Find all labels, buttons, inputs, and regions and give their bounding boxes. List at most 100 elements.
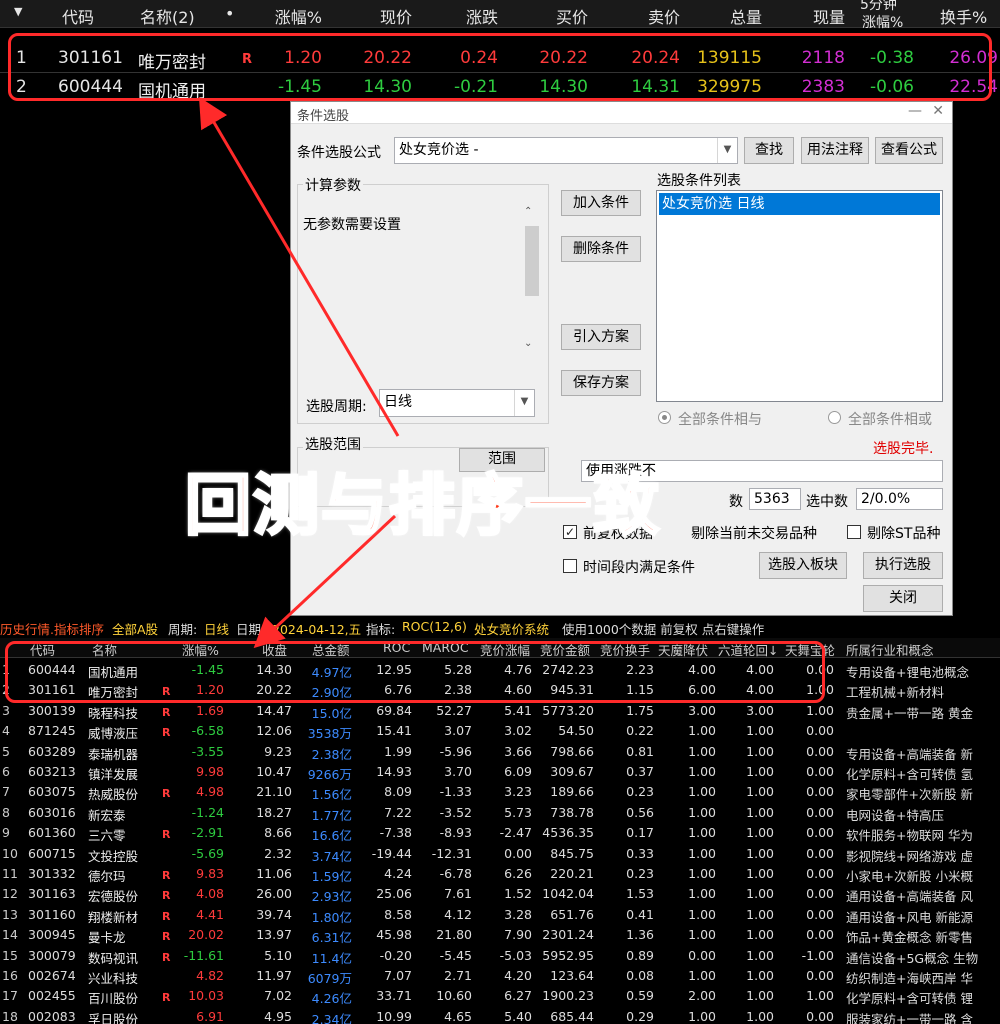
status-market[interactable]: 全部A股 xyxy=(112,619,158,637)
scroll-up-icon[interactable]: ⌃ xyxy=(524,206,532,217)
hcell-code: 002083 xyxy=(28,1008,76,1024)
status-date[interactable]: 2024-04-12,五 xyxy=(272,619,361,637)
hcell-roc: 14.93 xyxy=(376,764,412,779)
hcell-roc: 7.07 xyxy=(384,968,412,983)
hcol-ind[interactable]: 所属行业和概念 xyxy=(846,640,934,659)
st-checkbox[interactable] xyxy=(847,525,861,539)
list-item[interactable]: 处女竞价选 日线 xyxy=(659,193,940,215)
condition-list[interactable]: 处女竞价选 日线 xyxy=(656,190,943,402)
save-plan-button[interactable]: 保存方案 xyxy=(561,370,641,396)
col-cur[interactable]: 现量 xyxy=(775,4,845,28)
delete-condition-button[interactable]: 删除条件 xyxy=(561,236,641,262)
dropdown-arrow-icon[interactable]: ▼ xyxy=(717,138,737,163)
hcell-tw: 0.00 xyxy=(806,743,834,759)
close-icon[interactable]: ✕ xyxy=(932,103,944,119)
history-table-row[interactable]: 14 300945 曼卡龙 R 20.02 13.97 6.31亿 45.98 21.80 7.9… xyxy=(0,925,1000,945)
hcell-amt: 1.56亿 xyxy=(311,787,352,803)
hcell-ld: 1.00 xyxy=(746,947,774,963)
col-ask[interactable]: 卖价 xyxy=(610,4,680,28)
col-chg[interactable]: 涨跌 xyxy=(432,4,498,28)
col-vol[interactable]: 总量 xyxy=(690,4,762,28)
hcell-ind: 软件服务+物联网 华为 xyxy=(846,828,973,844)
hcell-pct: -2.91 xyxy=(191,825,224,841)
hcell-jjhs: 0.29 xyxy=(626,1008,654,1024)
col-code[interactable]: 代码 xyxy=(62,4,94,28)
status-indicator[interactable]: ROC(12,6) xyxy=(402,619,467,634)
history-table-row[interactable]: 7 603075 热威股份 R 4.98 21.10 1.56亿 8.09 -1.33 3.23 1… xyxy=(0,782,1000,802)
history-table-row[interactable]: 4 871245 威博液压 R -6.58 12.06 3538万 15.41 3.07 3.02… xyxy=(0,721,1000,741)
history-table-row[interactable]: 8 603016 新宏泰 -1.24 18.27 1.77亿 7.22 -3.52 5.73 73… xyxy=(0,803,1000,823)
hcell-maroc: 10.60 xyxy=(436,988,472,1004)
hcell-jjhs: 1.36 xyxy=(626,927,654,943)
history-table-row[interactable]: 3 300139 晓程科技 R 1.69 14.47 15.0亿 69.84 52.27 5.41… xyxy=(0,701,1000,721)
hcell-tw: -1.00 xyxy=(801,947,834,963)
params-scrollbar[interactable]: ⌃ ⌄ xyxy=(523,204,541,354)
history-table-row[interactable]: 16 002674 兴业科技 4.82 11.97 6079万 7.07 2.71 4.20 12… xyxy=(0,966,1000,986)
to-block-button[interactable]: 选股入板块 xyxy=(759,552,847,579)
col-name[interactable]: 名称(2) xyxy=(140,4,195,28)
history-table-row[interactable]: 6 603213 镇洋发展 9.98 10.47 9266万 14.93 3.70 6.09 30… xyxy=(0,762,1000,782)
col-price[interactable]: 现价 xyxy=(340,4,412,28)
status-system[interactable]: 处女竞价系统 xyxy=(474,619,549,637)
history-table-row[interactable]: 9 601360 三六零 R -2.91 8.66 16.6亿 -7.38 -8.93 -2.47… xyxy=(0,823,1000,843)
col-turn[interactable]: 换手% xyxy=(940,4,987,28)
scroll-down-icon[interactable]: ⌄ xyxy=(524,338,532,349)
radio-or[interactable] xyxy=(828,411,841,424)
hcell-jjzf: 6.27 xyxy=(504,988,532,1004)
formula-select[interactable]: 处女竞价选 - ▼ xyxy=(394,137,738,164)
hcell-ind: 服装家纺+一带一路 含 xyxy=(846,1011,973,1024)
hcell-i: 4 xyxy=(2,723,10,739)
condition-list-title: 选股条件列表 xyxy=(657,173,741,189)
hcell-amt: 6.31亿 xyxy=(311,930,352,946)
col-5min-pct[interactable]: 涨幅% xyxy=(862,12,903,32)
usage-button[interactable]: 用法注释 xyxy=(801,137,869,164)
scroll-thumb[interactable] xyxy=(525,226,539,296)
hcell-close: 7.02 xyxy=(264,988,292,1004)
hcell-amt: 16.6亿 xyxy=(311,828,352,844)
add-condition-button[interactable]: 加入条件 xyxy=(561,190,641,216)
col-pct[interactable]: 涨幅% xyxy=(250,4,322,28)
hcell-jjzf: -2.47 xyxy=(499,825,532,841)
history-table-row[interactable]: 15 300079 数码视讯 R -11.61 5.10 11.4亿 -0.20 -5.45 -5… xyxy=(0,946,1000,966)
status-info: 使用1000个数据 前复权 点右键操作 xyxy=(562,622,765,637)
status-mode[interactable]: 历史行情.指标排序 xyxy=(0,619,104,637)
view-formula-button[interactable]: 查看公式 xyxy=(875,137,943,164)
dropdown-arrow-icon[interactable]: ▼ xyxy=(514,390,534,416)
radio-and[interactable] xyxy=(658,411,671,424)
hcell-code: 301163 xyxy=(28,886,76,902)
minimize-icon[interactable]: — xyxy=(908,103,922,119)
hcell-i: 6 xyxy=(2,764,10,779)
hcell-ind: 家电零部件+次新股 新 xyxy=(846,787,973,803)
import-plan-button[interactable]: 引入方案 xyxy=(561,324,641,350)
hcell-code: 603289 xyxy=(28,743,76,759)
find-button[interactable]: 查找 xyxy=(744,137,794,164)
sort-arrow-icon[interactable]: ▼ xyxy=(14,5,22,18)
history-table-row[interactable]: 13 301160 翔楼新材 R 4.41 39.74 1.80亿 8.58 4.12 3.28 6… xyxy=(0,905,1000,925)
hcell-amt: 1.59亿 xyxy=(311,869,352,884)
hcell-ld: 1.00 xyxy=(746,825,774,841)
col-dot[interactable]: • xyxy=(225,4,234,23)
history-table-row[interactable]: 12 301163 宏德股份 R 4.08 26.00 2.93亿 25.06 7.61 1.52… xyxy=(0,884,1000,904)
run-select-button[interactable]: 执行选股 xyxy=(863,552,943,579)
hcell-maroc: -12.31 xyxy=(431,845,472,861)
count-field: 5363 xyxy=(749,488,801,510)
history-table-row[interactable]: 5 603289 泰瑞机器 -3.55 9.23 2.38亿 1.99 -5.96 3.66 79… xyxy=(0,742,1000,762)
col-bid[interactable]: 买价 xyxy=(520,4,588,28)
hcell-jjje: 189.66 xyxy=(550,784,594,800)
timeseg-checkbox[interactable] xyxy=(563,559,577,573)
history-table-row[interactable]: 11 301332 德尔玛 R 9.83 11.06 1.59亿 4.24 -6.78 6.26 2… xyxy=(0,864,1000,884)
hcell-tw: 0.00 xyxy=(806,784,834,800)
history-table-row[interactable]: 10 600715 文投控股 -5.69 2.32 3.74亿 -19.44 -12.31 0.… xyxy=(0,844,1000,864)
status-period[interactable]: 日线 xyxy=(204,619,229,637)
close-button[interactable]: 关闭 xyxy=(863,585,943,612)
hcell-close: 26.00 xyxy=(256,886,292,902)
hcell-jjhs: 0.59 xyxy=(626,988,654,1004)
params-text: 无参数需要设置 xyxy=(303,217,401,233)
history-table-row[interactable]: 18 002083 孚日股份 6.91 4.95 2.34亿 10.99 4.65 5.40 68… xyxy=(0,1007,1000,1024)
hcell-tw: 1.00 xyxy=(806,702,834,718)
hcell-name: 百川股份 xyxy=(88,991,139,1007)
history-table-row[interactable]: 17 002455 百川股份 R 10.03 7.02 4.26亿 33.71 10.60 6.2… xyxy=(0,986,1000,1006)
dialog-titlebar[interactable]: 条件选股 — ✕ xyxy=(291,102,952,124)
period-select[interactable]: 日线 ▼ xyxy=(379,389,535,417)
hcell-amt: 3538万 xyxy=(307,726,352,742)
